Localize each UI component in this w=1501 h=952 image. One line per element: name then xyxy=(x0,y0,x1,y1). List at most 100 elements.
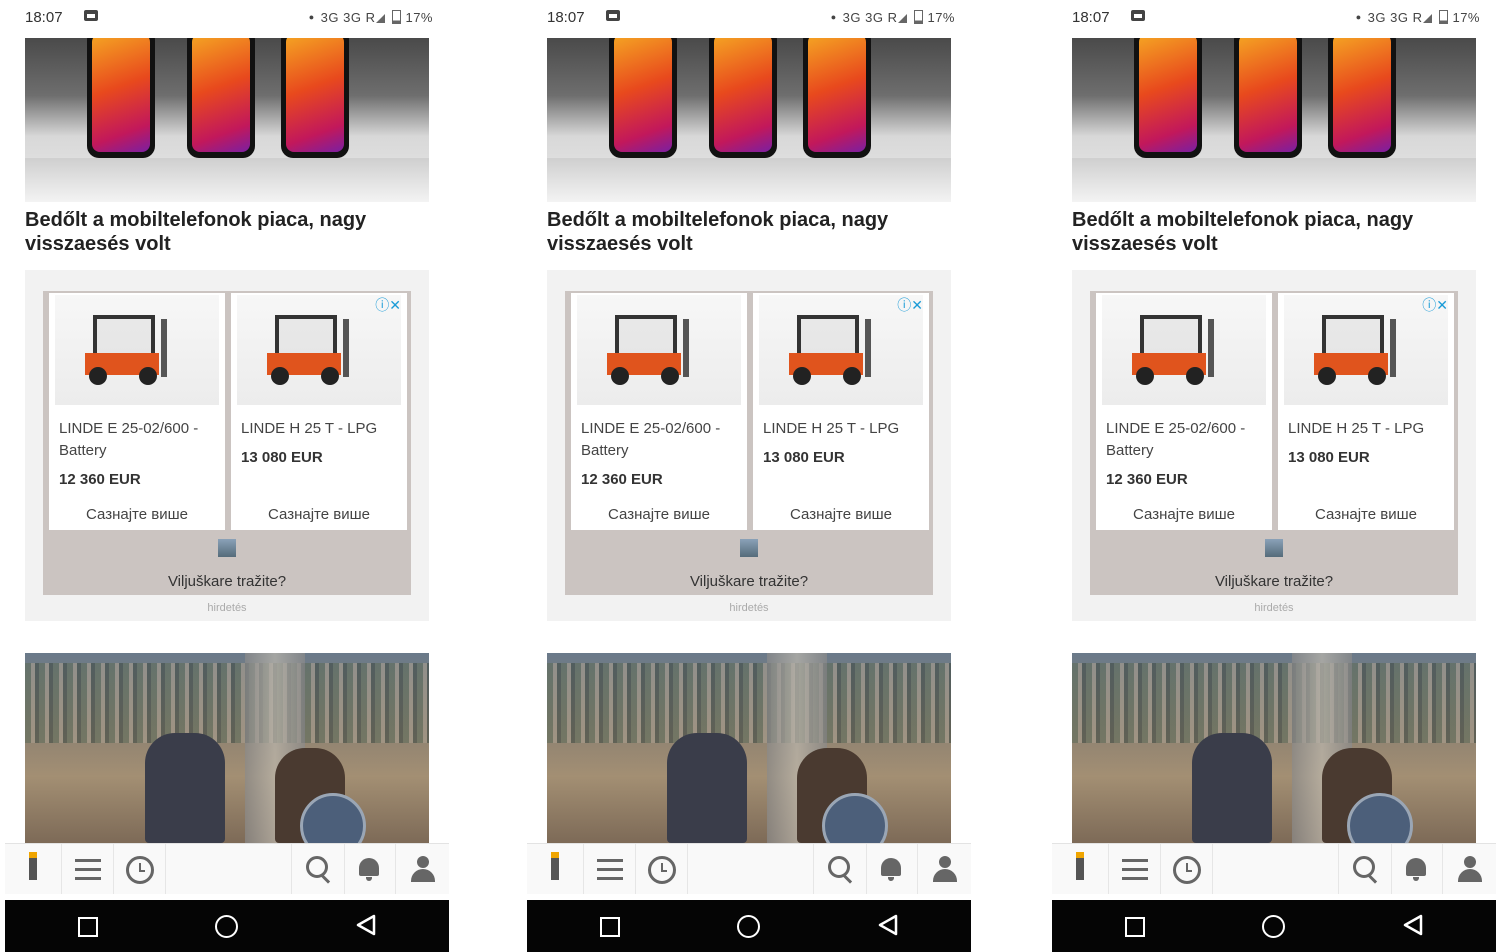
user-icon xyxy=(409,856,437,884)
network-type: 3G 3G R xyxy=(320,10,376,25)
nav-profile-button[interactable] xyxy=(395,844,449,894)
article-headline[interactable]: Bedőlt a mobiltelefonok piaca, nagy viss… xyxy=(25,208,429,256)
ad-card[interactable]: LINDE E 25-02/600 - Battery 12 360 EUR С… xyxy=(49,293,225,530)
search-icon xyxy=(1351,856,1379,884)
status-bar: 18:07 ● 3G 3G R 17% xyxy=(1052,0,1496,36)
learn-more-link[interactable]: Сазнајте више xyxy=(49,506,225,523)
bell-icon xyxy=(355,856,383,884)
nav-profile-button[interactable] xyxy=(917,844,971,894)
nav-search-button[interactable] xyxy=(813,844,867,894)
back-triangle-icon[interactable] xyxy=(355,914,377,936)
image-phone xyxy=(1234,38,1302,158)
home-circle-icon[interactable] xyxy=(737,915,760,938)
system-navigation-bar xyxy=(5,900,449,952)
ad-choices-close-icon[interactable]: ⓘ✕ xyxy=(375,295,401,315)
nav-recent-button[interactable] xyxy=(635,844,688,894)
ad-card[interactable]: LINDE H 25 T - LPG 13 080 EUR Сазнајте в… xyxy=(231,293,407,530)
notification-dot-icon: ● xyxy=(308,12,315,22)
home-circle-icon[interactable] xyxy=(1262,915,1285,938)
ad-unit[interactable]: LINDE E 25-02/600 - Battery 12 360 EUR С… xyxy=(565,291,933,595)
ad-footer-text[interactable]: Viljuškare tražite? xyxy=(1090,573,1458,590)
ad-footer-text[interactable]: Viljuškare tražite? xyxy=(565,573,933,590)
nav-profile-button[interactable] xyxy=(1442,844,1496,894)
status-bar: 18:07 ● 3G 3G R 17% xyxy=(5,0,449,36)
ad-card-title[interactable]: LINDE H 25 T - LPG xyxy=(1288,418,1450,440)
ad-card[interactable]: LINDE E 25-02/600 - Battery 12 360 EUR С… xyxy=(1096,293,1272,530)
bottom-navigation-bar xyxy=(1052,843,1496,894)
ad-choices-close-icon[interactable]: ⓘ✕ xyxy=(1422,295,1448,315)
nav-logo-button[interactable] xyxy=(1052,844,1109,894)
nav-logo-button[interactable] xyxy=(5,844,62,894)
status-time: 18:07 xyxy=(547,9,585,26)
article-image-smartphones[interactable] xyxy=(547,38,951,202)
nav-recent-button[interactable] xyxy=(113,844,166,894)
recents-square-icon[interactable] xyxy=(600,917,620,937)
nav-notifications-button[interactable] xyxy=(865,844,918,894)
article-image-gladiators[interactable] xyxy=(547,653,951,843)
ad-card-title[interactable]: LINDE E 25-02/600 - Battery xyxy=(1106,418,1268,462)
article-image-smartphones[interactable] xyxy=(1072,38,1476,202)
nav-search-button[interactable] xyxy=(1338,844,1392,894)
site-logo-icon xyxy=(29,852,37,880)
learn-more-link[interactable]: Сазнајте више xyxy=(231,506,407,523)
nav-menu-button[interactable] xyxy=(1108,844,1161,894)
advertiser-logo-icon xyxy=(1265,539,1283,557)
learn-more-link[interactable]: Сазнајте више xyxy=(1096,506,1272,523)
ad-card-price: 13 080 EUR xyxy=(241,449,323,466)
article-image-gladiators[interactable] xyxy=(1072,653,1476,843)
ad-container: LINDE E 25-02/600 - Battery 12 360 EUR С… xyxy=(1072,270,1476,621)
forklift-image[interactable] xyxy=(55,295,219,405)
ad-card[interactable]: LINDE H 25 T - LPG 13 080 EUR Сазнајте в… xyxy=(753,293,929,530)
home-circle-icon[interactable] xyxy=(215,915,238,938)
ad-label: hirdetés xyxy=(207,602,247,614)
gallery-notification-icon xyxy=(1131,10,1145,21)
learn-more-link[interactable]: Сазнајте више xyxy=(1278,506,1454,523)
learn-more-link[interactable]: Сазнајте више xyxy=(753,506,929,523)
battery-percent: 17% xyxy=(1452,10,1480,25)
image-display-stand xyxy=(1072,158,1476,202)
article-image-gladiators[interactable] xyxy=(25,653,429,843)
forklift-image[interactable] xyxy=(1102,295,1266,405)
image-display-stand xyxy=(25,158,429,202)
nav-search-button[interactable] xyxy=(291,844,345,894)
ad-card-price: 13 080 EUR xyxy=(1288,449,1370,466)
recents-square-icon[interactable] xyxy=(1125,917,1145,937)
ad-card-title[interactable]: LINDE H 25 T - LPG xyxy=(241,418,403,440)
ad-label: hirdetés xyxy=(729,602,769,614)
gallery-notification-icon xyxy=(606,10,620,21)
nav-notifications-button[interactable] xyxy=(1390,844,1443,894)
ad-footer-text[interactable]: Viljuškare tražite? xyxy=(43,573,411,590)
ad-card[interactable]: LINDE E 25-02/600 - Battery 12 360 EUR С… xyxy=(571,293,747,530)
status-time: 18:07 xyxy=(25,9,63,26)
ad-container: LINDE E 25-02/600 - Battery 12 360 EUR С… xyxy=(547,270,951,621)
forklift-image[interactable] xyxy=(577,295,741,405)
ad-card-title[interactable]: LINDE E 25-02/600 - Battery xyxy=(59,418,221,462)
menu-icon xyxy=(1120,856,1148,884)
ad-card-title[interactable]: LINDE H 25 T - LPG xyxy=(763,418,925,440)
back-triangle-icon[interactable] xyxy=(877,914,899,936)
learn-more-link[interactable]: Сазнајте више xyxy=(571,506,747,523)
bottom-navigation-bar xyxy=(527,843,971,894)
image-phone xyxy=(187,38,255,158)
article-headline[interactable]: Bedőlt a mobiltelefonok piaca, nagy viss… xyxy=(547,208,951,256)
ad-card-price: 12 360 EUR xyxy=(581,471,663,488)
phone-screen: 18:07 ● 3G 3G R 17% Bedőlt a mobiltelefono… xyxy=(1052,0,1496,952)
ad-card[interactable]: LINDE H 25 T - LPG 13 080 EUR Сазнајте в… xyxy=(1278,293,1454,530)
nav-notifications-button[interactable] xyxy=(343,844,396,894)
search-icon xyxy=(304,856,332,884)
ad-card-price: 12 360 EUR xyxy=(1106,471,1188,488)
nav-logo-button[interactable] xyxy=(527,844,584,894)
ad-choices-close-icon[interactable]: ⓘ✕ xyxy=(897,295,923,315)
image-display-stand xyxy=(547,158,951,202)
recents-square-icon[interactable] xyxy=(78,917,98,937)
ad-card-title[interactable]: LINDE E 25-02/600 - Battery xyxy=(581,418,743,462)
ad-unit[interactable]: LINDE E 25-02/600 - Battery 12 360 EUR С… xyxy=(43,291,411,595)
ad-unit[interactable]: LINDE E 25-02/600 - Battery 12 360 EUR С… xyxy=(1090,291,1458,595)
nav-recent-button[interactable] xyxy=(1160,844,1213,894)
article-image-smartphones[interactable] xyxy=(25,38,429,202)
nav-menu-button[interactable] xyxy=(583,844,636,894)
nav-menu-button[interactable] xyxy=(61,844,114,894)
menu-icon xyxy=(595,856,623,884)
back-triangle-icon[interactable] xyxy=(1402,914,1424,936)
article-headline[interactable]: Bedőlt a mobiltelefonok piaca, nagy viss… xyxy=(1072,208,1476,256)
